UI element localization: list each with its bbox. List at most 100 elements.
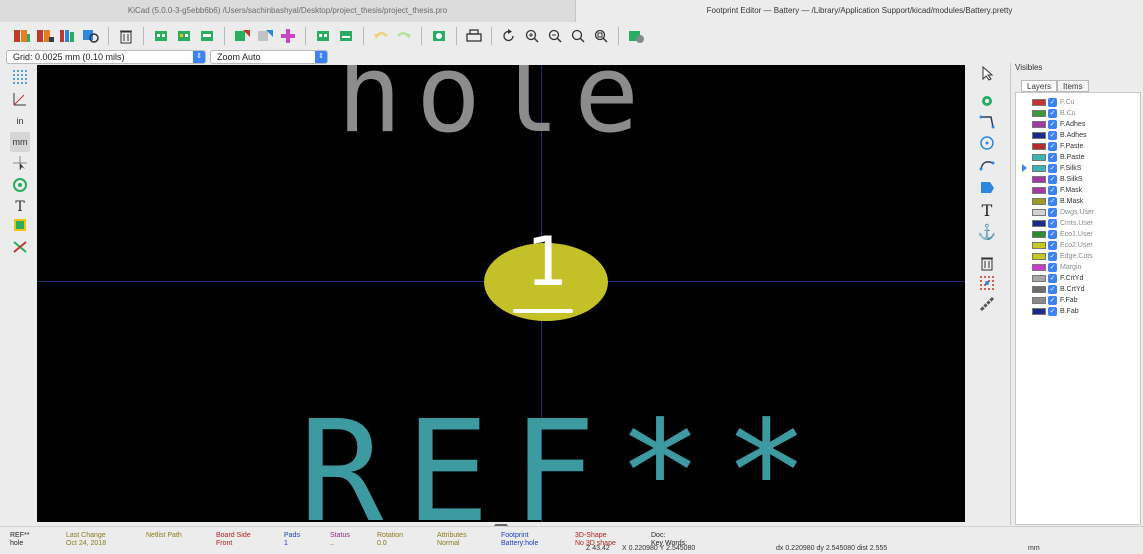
layer-row[interactable]: ✓ B.Cu — [1032, 108, 1076, 118]
footprint-library-icon[interactable] — [12, 26, 32, 46]
layer-row[interactable]: ✓ F.Fab — [1032, 295, 1078, 305]
layer-row[interactable]: ✓ F.CrtYd — [1032, 273, 1083, 283]
zoom-in-icon[interactable] — [522, 26, 542, 46]
grid-origin-icon[interactable] — [977, 275, 997, 295]
delete-icon[interactable] — [116, 26, 136, 46]
layer-color-swatch[interactable] — [1032, 120, 1046, 128]
layer-visibility-checkbox[interactable]: ✓ — [1048, 97, 1057, 107]
new-footprint-icon[interactable] — [151, 26, 171, 46]
layer-color-swatch[interactable] — [1032, 263, 1046, 271]
layer-visibility-checkbox[interactable]: ✓ — [1048, 295, 1057, 305]
layer-color-swatch[interactable] — [1032, 131, 1046, 139]
layer-row[interactable]: ✓ Eco1.User — [1032, 229, 1093, 239]
layer-visibility-checkbox[interactable]: ✓ — [1048, 185, 1057, 195]
layer-row[interactable]: ✓ F.Cu — [1032, 97, 1074, 107]
layer-row[interactable]: ✓ F.Adhes — [1032, 119, 1085, 129]
tab-layers[interactable]: Layers — [1021, 80, 1058, 92]
export-footprint-icon[interactable] — [336, 26, 356, 46]
layer-row[interactable]: ✓ F.SilkS — [1032, 163, 1081, 173]
layer-color-swatch[interactable] — [1032, 164, 1046, 172]
layer-color-swatch[interactable] — [1032, 274, 1046, 282]
layer-row[interactable]: ✓ B.Paste — [1032, 152, 1085, 162]
measure-icon[interactable] — [977, 296, 997, 316]
tab-items[interactable]: Items — [1057, 80, 1089, 92]
layer-visibility-checkbox[interactable]: ✓ — [1048, 306, 1057, 316]
layer-row[interactable]: ✓ B.CrtYd — [1032, 284, 1085, 294]
edge-sketch-icon[interactable] — [10, 217, 30, 237]
layer-visibility-checkbox[interactable]: ✓ — [1048, 108, 1057, 118]
layer-color-swatch[interactable] — [1032, 98, 1046, 106]
layer-color-swatch[interactable] — [1032, 197, 1046, 205]
layer-visibility-checkbox[interactable]: ✓ — [1048, 174, 1057, 184]
layer-visibility-checkbox[interactable]: ✓ — [1048, 229, 1057, 239]
layer-color-swatch[interactable] — [1032, 296, 1046, 304]
layer-color-swatch[interactable] — [1032, 219, 1046, 227]
layer-visibility-checkbox[interactable]: ✓ — [1048, 284, 1057, 294]
layer-visibility-checkbox[interactable]: ✓ — [1048, 119, 1057, 129]
layer-color-swatch[interactable] — [1032, 153, 1046, 161]
footprint-canvas[interactable]: hole 1 REF** — [37, 65, 965, 522]
layer-visibility-checkbox[interactable]: ✓ — [1048, 218, 1057, 228]
print-icon[interactable] — [464, 26, 484, 46]
layer-color-swatch[interactable] — [1032, 285, 1046, 293]
add-text-icon[interactable]: T — [977, 201, 997, 221]
layer-visibility-checkbox[interactable]: ✓ — [1048, 251, 1057, 261]
delete-tool-icon[interactable] — [977, 255, 997, 275]
cursor-shape-icon[interactable] — [10, 155, 30, 175]
millimeters-icon[interactable]: mm — [10, 132, 30, 152]
undo-icon[interactable] — [371, 26, 391, 46]
select-arrow-icon[interactable] — [977, 65, 997, 85]
check-footprint-icon[interactable] — [626, 26, 646, 46]
inches-icon[interactable]: in — [10, 111, 30, 131]
layer-visibility-checkbox[interactable]: ✓ — [1048, 240, 1057, 250]
layer-color-swatch[interactable] — [1032, 208, 1046, 216]
add-polygon-icon[interactable] — [977, 179, 997, 199]
layer-row[interactable]: ✓ B.SilkS — [1032, 174, 1083, 184]
layer-color-swatch[interactable] — [1032, 175, 1046, 183]
layer-color-swatch[interactable] — [1032, 142, 1046, 150]
add-pad-icon[interactable] — [278, 26, 298, 46]
layer-row[interactable]: ✓ Dwgs.User — [1032, 207, 1094, 217]
layer-color-swatch[interactable] — [1032, 252, 1046, 260]
layer-visibility-checkbox[interactable]: ✓ — [1048, 152, 1057, 162]
layer-visibility-checkbox[interactable]: ✓ — [1048, 207, 1057, 217]
add-line-icon[interactable] — [977, 113, 997, 133]
layer-color-swatch[interactable] — [1032, 241, 1046, 249]
layer-row[interactable]: ✓ F.Mask — [1032, 185, 1082, 195]
layer-color-swatch[interactable] — [1032, 186, 1046, 194]
add-circle-icon[interactable] — [977, 135, 997, 155]
footprint-editor-window-tab[interactable]: Footprint Editor — Battery — /Library/Ap… — [576, 0, 1143, 22]
anchor-icon[interactable]: ⚓ — [977, 223, 997, 243]
import-footprint-icon[interactable] — [313, 26, 333, 46]
zoom-out-icon[interactable] — [545, 26, 565, 46]
layer-visibility-checkbox[interactable]: ✓ — [1048, 196, 1057, 206]
layer-visibility-checkbox[interactable]: ✓ — [1048, 273, 1057, 283]
redo-icon[interactable] — [394, 26, 414, 46]
layer-visibility-checkbox[interactable]: ✓ — [1048, 163, 1057, 173]
footprint-viewer-icon[interactable] — [81, 26, 101, 46]
high-contrast-icon[interactable] — [10, 238, 30, 258]
layer-visibility-checkbox[interactable]: ✓ — [1048, 262, 1057, 272]
layer-color-swatch[interactable] — [1032, 230, 1046, 238]
layer-color-swatch[interactable] — [1032, 109, 1046, 117]
add-arc-icon[interactable] — [977, 157, 997, 177]
layer-row[interactable]: ✓ Margin — [1032, 262, 1081, 272]
zoom-select[interactable]: Zoom Auto ⇕ — [210, 50, 328, 64]
layer-color-swatch[interactable] — [1032, 307, 1046, 315]
load-from-board-icon[interactable] — [232, 26, 252, 46]
zoom-fit-icon[interactable] — [568, 26, 588, 46]
layer-row[interactable]: ✓ Eco2.User — [1032, 240, 1093, 250]
layer-row[interactable]: ✓ B.Mask — [1032, 196, 1083, 206]
save-footprint-icon[interactable] — [197, 26, 217, 46]
redraw-icon[interactable] — [499, 26, 519, 46]
layer-row[interactable]: ✓ Edge.Cuts — [1032, 251, 1093, 261]
polar-coords-icon[interactable] — [10, 91, 30, 111]
zoom-selection-icon[interactable] — [591, 26, 611, 46]
library-table-icon[interactable] — [58, 26, 78, 46]
grid-select[interactable]: Grid: 0.0025 mm (0.10 mils) ⇕ — [6, 50, 206, 64]
footprint-properties-icon[interactable] — [429, 26, 449, 46]
library-browser-icon[interactable] — [35, 26, 55, 46]
layer-visibility-checkbox[interactable]: ✓ — [1048, 130, 1057, 140]
insert-into-board-icon[interactable] — [255, 26, 275, 46]
layer-visibility-checkbox[interactable]: ✓ — [1048, 141, 1057, 151]
